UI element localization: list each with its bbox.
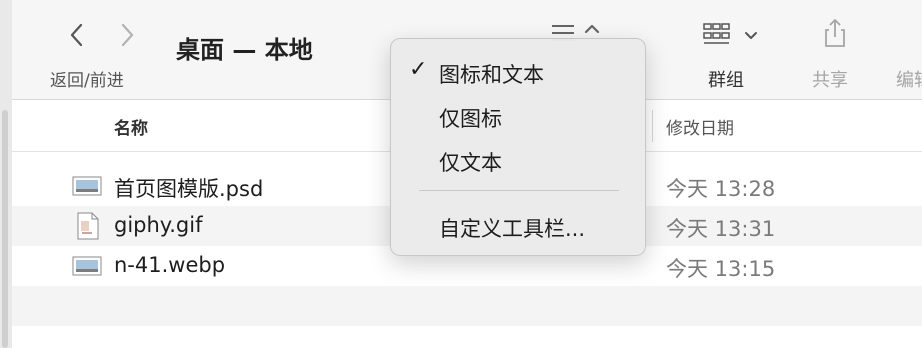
sidebar-scrollbar[interactable] — [2, 110, 8, 348]
column-divider[interactable] — [652, 110, 653, 142]
file-name: giphy.gif — [114, 213, 203, 237]
window-title: 桌面 — 本地 — [176, 36, 313, 64]
share-icon — [825, 19, 845, 47]
menu-item-text-only[interactable]: 仅文本 — [391, 139, 647, 179]
forward-button[interactable] — [112, 18, 142, 52]
group-button[interactable] — [702, 20, 762, 50]
toolbar-context-menu: ✓ 图标和文本 仅图标 仅文本 自定义工具栏... — [390, 38, 646, 256]
share-label: 共享 — [812, 70, 848, 91]
file-date: 今天 13:31 — [666, 217, 776, 241]
file-name: 首页图模版.psd — [114, 177, 264, 201]
group-grid-icon — [703, 23, 757, 44]
checkmark-icon: ✓ — [409, 57, 428, 82]
chevron-right-icon — [121, 23, 134, 47]
empty-row — [12, 286, 922, 326]
column-date-header[interactable]: 修改日期 — [666, 114, 734, 139]
file-date: 今天 13:28 — [666, 177, 776, 201]
edit-label: 编辑 — [896, 70, 922, 91]
menu-item-label: 仅图标 — [439, 107, 502, 131]
menu-item-icon-and-text[interactable]: ✓ 图标和文本 — [391, 51, 647, 91]
nav-label: 返回/前进 — [50, 71, 124, 91]
image-file-icon — [72, 176, 102, 196]
menu-separator — [419, 190, 619, 191]
file-name: n-41.webp — [114, 253, 226, 277]
menu-item-customize-toolbar[interactable]: 自定义工具栏... — [391, 205, 647, 245]
menu-item-label: 仅文本 — [439, 151, 502, 175]
chevron-left-icon — [70, 23, 83, 47]
menu-item-label: 图标和文本 — [439, 63, 544, 87]
menu-item-label: 自定义工具栏... — [439, 217, 586, 241]
column-name-header[interactable]: 名称 — [114, 114, 148, 139]
image-file-icon — [72, 256, 102, 276]
sidebar-edge — [0, 0, 12, 348]
file-date: 今天 13:15 — [666, 257, 776, 281]
gif-file-icon — [77, 212, 99, 240]
back-button[interactable] — [62, 18, 92, 52]
menu-item-icon-only[interactable]: 仅图标 — [391, 95, 647, 135]
group-label: 群组 — [708, 70, 744, 91]
share-button[interactable] — [820, 16, 850, 50]
